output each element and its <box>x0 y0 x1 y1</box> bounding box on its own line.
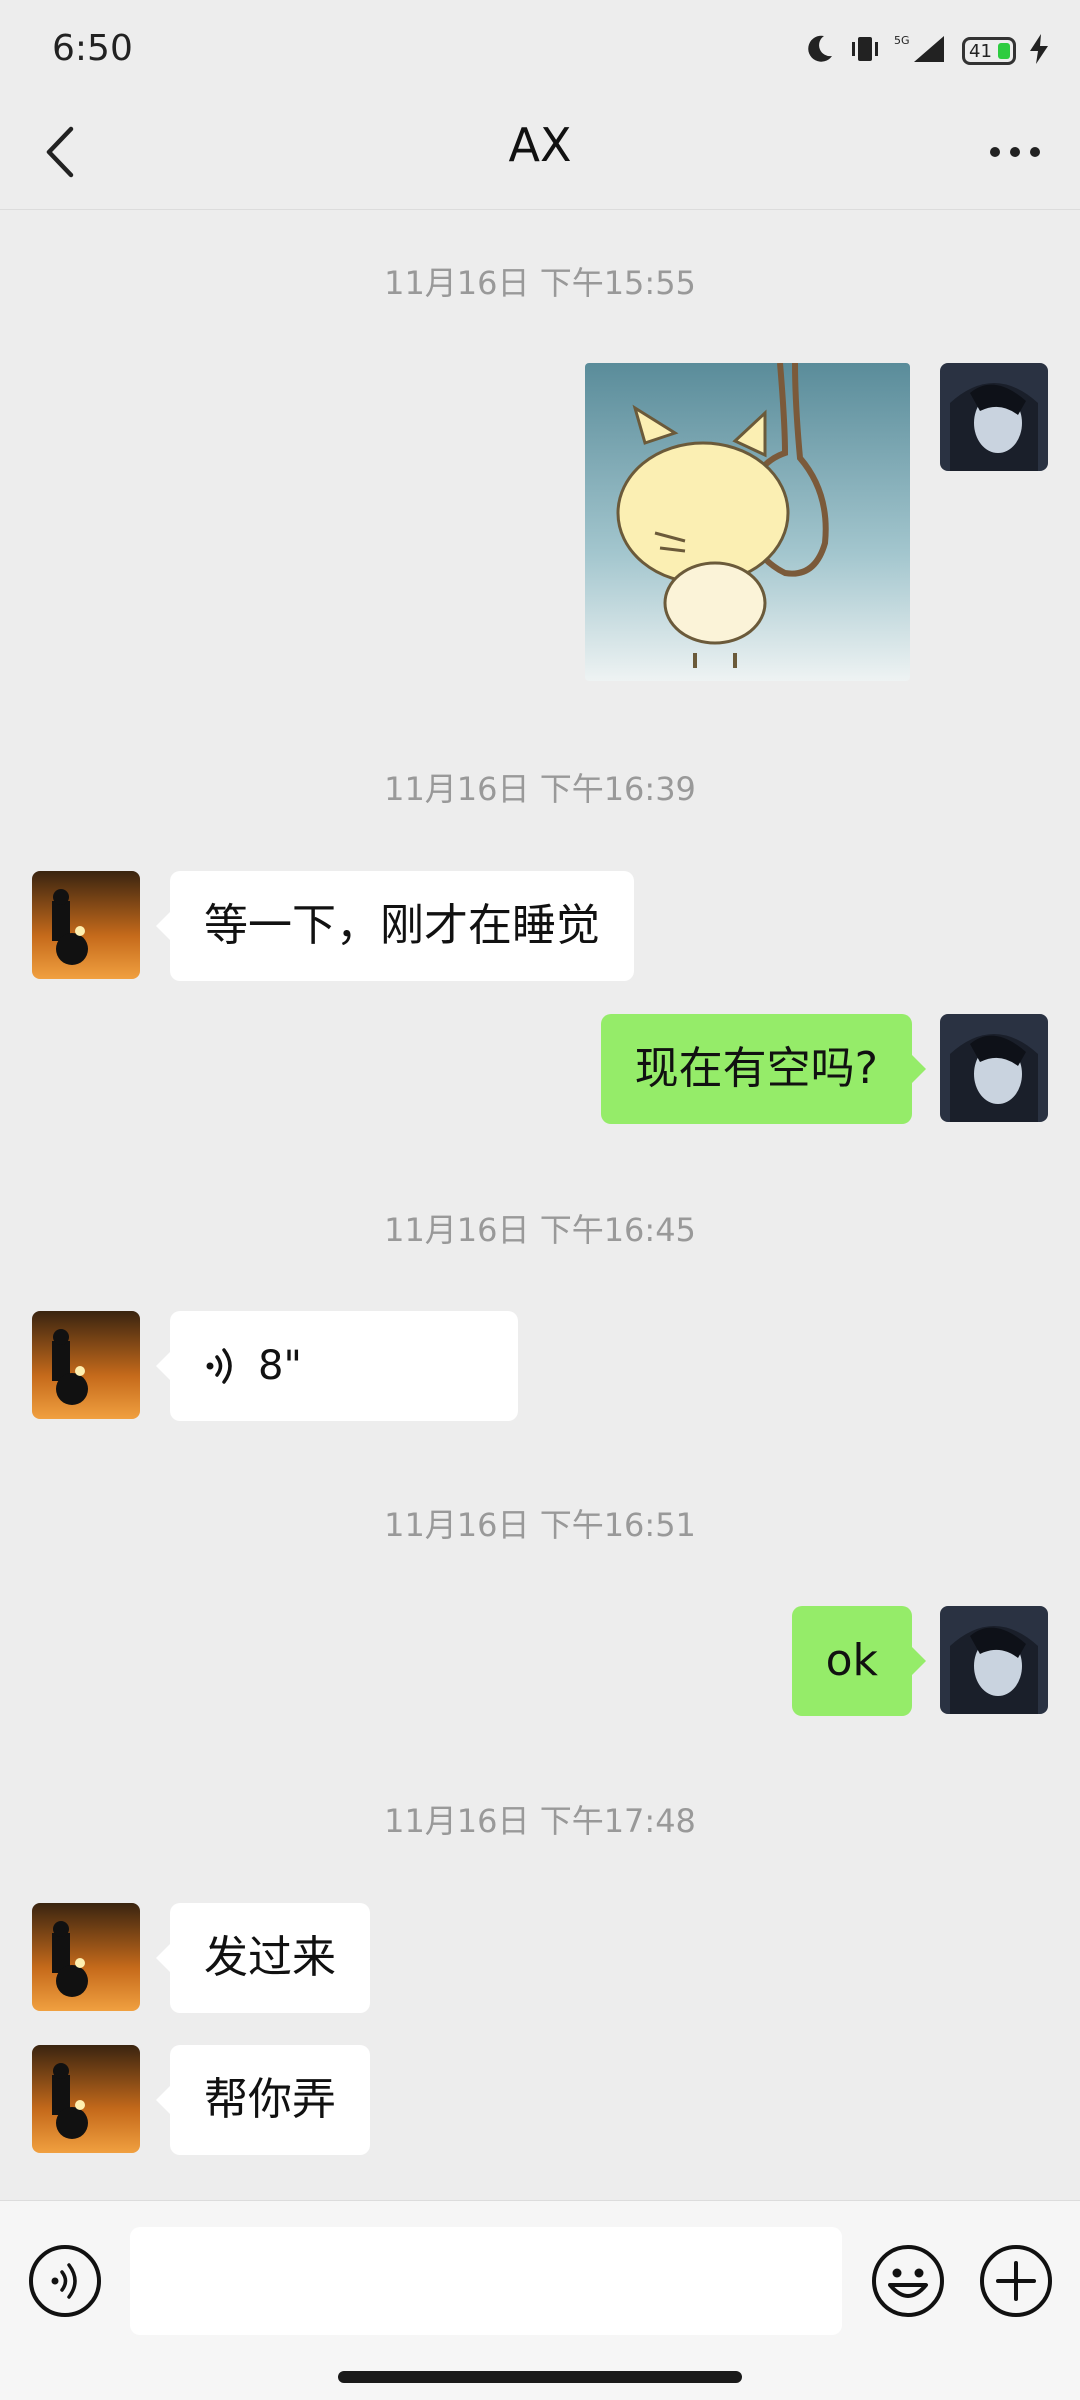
message-text: 现在有空吗? <box>634 1043 878 1094</box>
my-avatar[interactable] <box>940 1014 1048 1122</box>
timestamp: 11月16日 下午16:51 <box>384 1506 696 1544</box>
emoji-icon <box>872 2245 944 2317</box>
more-button[interactable] <box>980 122 1050 182</box>
message-input[interactable] <box>130 2227 842 2335</box>
network-label: 5G <box>894 34 910 47</box>
message-bubble[interactable]: ok <box>791 1606 927 1716</box>
timestamp: 11月16日 下午17:48 <box>384 1802 696 1840</box>
emoji-button[interactable] <box>870 2243 946 2319</box>
home-indicator[interactable] <box>338 2371 742 2383</box>
charging-icon <box>1028 32 1050 70</box>
voice-duration: 8" <box>258 1343 302 1389</box>
sticker-image[interactable] <box>585 363 910 681</box>
contact-avatar[interactable] <box>32 1903 140 2011</box>
vibrate-icon <box>848 32 882 70</box>
message-bubble[interactable]: 帮你弄 <box>156 2045 370 2155</box>
voice-input-button[interactable] <box>27 2243 103 2319</box>
chat-title: AX <box>508 118 572 172</box>
message-text: 帮你弄 <box>204 2074 336 2125</box>
more-icon <box>990 147 1040 157</box>
timestamp: 11月16日 下午16:39 <box>384 770 696 808</box>
message-bubble[interactable]: 等一下，刚才在睡觉 <box>156 871 634 981</box>
my-avatar[interactable] <box>940 1606 1048 1714</box>
contact-avatar[interactable] <box>32 1311 140 1419</box>
plus-circle-icon <box>980 2245 1052 2317</box>
status-time: 6:50 <box>52 28 133 69</box>
voice-message-bubble[interactable]: 8" <box>156 1311 518 1421</box>
add-button[interactable] <box>978 2243 1054 2319</box>
message-text: 发过来 <box>204 1932 336 1983</box>
message-text: ok <box>825 1635 878 1686</box>
signal-icon: 5G <box>894 32 950 70</box>
battery-icon: 41 <box>962 37 1016 65</box>
contact-avatar[interactable] <box>32 2045 140 2153</box>
voice-wave-icon <box>206 1348 232 1384</box>
timestamp: 11月16日 下午16:45 <box>384 1211 696 1249</box>
timestamp: 11月16日 下午15:55 <box>384 264 696 302</box>
status-icons: 5G 41 <box>802 32 1050 70</box>
battery-level: 41 <box>969 40 992 62</box>
chat-header: AX <box>0 100 1080 210</box>
status-bar: 6:50 5G 41 <box>0 0 1080 100</box>
message-bubble[interactable]: 现在有空吗? <box>600 1014 927 1124</box>
message-text: 等一下，刚才在睡觉 <box>204 900 600 951</box>
contact-avatar[interactable] <box>32 871 140 979</box>
voice-icon <box>29 2245 101 2317</box>
my-avatar[interactable] <box>940 363 1048 471</box>
message-bubble[interactable]: 发过来 <box>156 1903 370 2013</box>
input-bar <box>0 2200 1080 2400</box>
moon-icon <box>802 32 836 70</box>
